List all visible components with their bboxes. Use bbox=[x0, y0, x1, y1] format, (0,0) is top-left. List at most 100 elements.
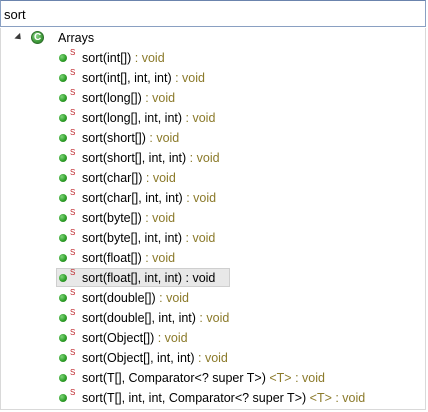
static-marker-icon: S bbox=[70, 128, 76, 137]
method-item[interactable]: Ssort(float[], int, int) : void bbox=[1, 268, 425, 288]
class-icon: C bbox=[31, 31, 44, 44]
method-name: sort(short[], int, int) bbox=[82, 151, 187, 165]
method-signature: sort(short[], int, int) : void bbox=[82, 151, 220, 165]
return-type: : void bbox=[182, 111, 216, 125]
static-marker-icon: S bbox=[70, 88, 76, 97]
method-signature: sort(double[], int, int) : void bbox=[82, 311, 229, 325]
static-marker-icon: S bbox=[70, 228, 76, 237]
method-name: sort(short[]) bbox=[82, 131, 146, 145]
static-marker-icon: S bbox=[70, 388, 76, 397]
public-method-icon bbox=[59, 374, 67, 382]
method-signature: sort(byte[]) : void bbox=[82, 211, 175, 225]
expand-arrow-icon[interactable] bbox=[14, 32, 24, 43]
method-name: sort(long[]) bbox=[82, 91, 142, 105]
type-parameter: <T> bbox=[306, 391, 332, 405]
static-marker-icon: S bbox=[70, 288, 76, 297]
public-method-icon bbox=[59, 154, 67, 162]
method-signature: sort(T[], Comparator<? super T>) <T> : v… bbox=[82, 371, 325, 385]
method-signature: sort(float[], int, int) : void bbox=[82, 271, 215, 285]
public-method-icon bbox=[59, 234, 67, 242]
method-signature: sort(byte[], int, int) : void bbox=[82, 231, 215, 245]
method-name: sort(int[], int, int) bbox=[82, 71, 172, 85]
public-method-icon bbox=[59, 134, 67, 142]
method-item[interactable]: Ssort(long[]) : void bbox=[1, 88, 425, 108]
method-signature: sort(Object[], int, int) : void bbox=[82, 351, 228, 365]
method-name: sort(float[]) bbox=[82, 251, 142, 265]
method-item[interactable]: Ssort(short[]) : void bbox=[1, 128, 425, 148]
public-method-icon bbox=[59, 334, 67, 342]
method-item[interactable]: Ssort(byte[]) : void bbox=[1, 208, 425, 228]
static-marker-icon: S bbox=[70, 68, 76, 77]
class-label: Arrays bbox=[58, 31, 95, 45]
return-type: : void bbox=[182, 191, 217, 205]
return-type: : void bbox=[154, 331, 188, 345]
return-type: : void bbox=[331, 391, 366, 405]
method-name: sort(long[], int, int) bbox=[82, 111, 183, 125]
method-item[interactable]: Ssort(T[], Comparator<? super T>) <T> : … bbox=[1, 368, 425, 388]
static-marker-icon: S bbox=[70, 368, 76, 377]
return-type: : void bbox=[182, 271, 216, 285]
method-name: sort(char[], int, int) bbox=[82, 191, 183, 205]
return-type: : void bbox=[186, 151, 220, 165]
return-type: : void bbox=[141, 91, 176, 105]
method-name: sort(double[], int, int) bbox=[82, 311, 196, 325]
return-type: : void bbox=[155, 291, 190, 305]
method-item[interactable]: Ssort(double[], int, int) : void bbox=[1, 308, 425, 328]
return-type: : void bbox=[141, 251, 176, 265]
method-name: sort(float[], int, int) bbox=[82, 271, 183, 285]
static-marker-icon: S bbox=[70, 108, 76, 117]
method-signature: sort(int[]) : void bbox=[82, 51, 165, 65]
method-signature: sort(double[]) : void bbox=[82, 291, 189, 305]
public-method-icon bbox=[59, 294, 67, 302]
static-marker-icon: S bbox=[70, 348, 76, 357]
method-name: sort(Object[], int, int) bbox=[82, 351, 195, 365]
return-type: : void bbox=[182, 231, 216, 245]
method-signature: sort(char[]) : void bbox=[82, 171, 176, 185]
search-input[interactable] bbox=[4, 5, 414, 23]
public-method-icon bbox=[59, 114, 67, 122]
method-name: sort(int[]) bbox=[82, 51, 132, 65]
method-item[interactable]: Ssort(float[]) : void bbox=[1, 248, 425, 268]
static-marker-icon: S bbox=[70, 148, 76, 157]
return-type: : void bbox=[291, 371, 325, 385]
return-type: : void bbox=[194, 351, 228, 365]
tree-root-arrays[interactable]: C Arrays bbox=[1, 28, 425, 48]
public-method-icon bbox=[59, 74, 67, 82]
return-type: : void bbox=[145, 131, 180, 145]
method-name: sort(T[], Comparator<? super T>) bbox=[82, 371, 266, 385]
method-item[interactable]: Ssort(double[]) : void bbox=[1, 288, 425, 308]
static-marker-icon: S bbox=[70, 188, 76, 197]
method-item[interactable]: Ssort(T[], int, int, Comparator<? super … bbox=[1, 388, 425, 408]
public-method-icon bbox=[59, 214, 67, 222]
method-item[interactable]: Ssort(char[]) : void bbox=[1, 168, 425, 188]
method-item[interactable]: Ssort(Object[]) : void bbox=[1, 328, 425, 348]
static-marker-icon: S bbox=[70, 308, 76, 317]
method-signature: sort(Object[]) : void bbox=[82, 331, 188, 345]
method-signature: sort(int[], int, int) : void bbox=[82, 71, 205, 85]
method-name: sort(Object[]) bbox=[82, 331, 155, 345]
method-item[interactable]: Ssort(int[]) : void bbox=[1, 48, 425, 68]
static-marker-icon: S bbox=[70, 328, 76, 337]
return-type: : void bbox=[141, 211, 176, 225]
method-item[interactable]: Ssort(char[], int, int) : void bbox=[1, 188, 425, 208]
method-name: sort(byte[]) bbox=[82, 211, 142, 225]
static-marker-icon: S bbox=[70, 248, 76, 257]
method-signature: sort(short[]) : void bbox=[82, 131, 179, 145]
method-signature: sort(long[]) : void bbox=[82, 91, 175, 105]
method-name: sort(byte[], int, int) bbox=[82, 231, 183, 245]
method-item[interactable]: Ssort(byte[], int, int) : void bbox=[1, 228, 425, 248]
method-item[interactable]: Ssort(short[], int, int) : void bbox=[1, 148, 425, 168]
method-item[interactable]: Ssort(Object[], int, int) : void bbox=[1, 348, 425, 368]
static-marker-icon: S bbox=[70, 48, 76, 57]
method-item[interactable]: Ssort(long[], int, int) : void bbox=[1, 108, 425, 128]
return-type: : void bbox=[171, 71, 205, 85]
public-method-icon bbox=[59, 194, 67, 202]
search-box[interactable] bbox=[0, 0, 426, 27]
public-method-icon bbox=[59, 394, 67, 402]
public-method-icon bbox=[59, 274, 67, 282]
method-signature: sort(char[], int, int) : void bbox=[82, 191, 216, 205]
method-item[interactable]: Ssort(int[], int, int) : void bbox=[1, 68, 425, 88]
method-signature: sort(long[], int, int) : void bbox=[82, 111, 215, 125]
return-type: : void bbox=[195, 311, 230, 325]
public-method-icon bbox=[59, 254, 67, 262]
